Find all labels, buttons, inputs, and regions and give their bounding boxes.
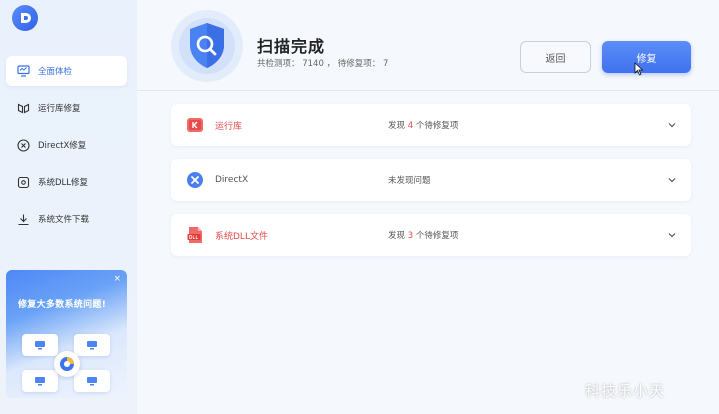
promo-pc-icon xyxy=(74,334,110,356)
watermark-text: 科技乐小天 xyxy=(585,382,666,400)
result-status: 未发现问题 xyxy=(388,176,431,186)
divider xyxy=(137,90,719,91)
sidebar-item-dll-repair[interactable]: 系统DLL修复 xyxy=(6,167,127,197)
result-row-runtime[interactable]: 运行库 发现 4 个待修复项 xyxy=(171,104,691,146)
monitor-icon xyxy=(16,64,30,78)
brand xyxy=(12,5,46,31)
sidebar-item-file-download[interactable]: 系统文件下载 xyxy=(6,204,127,234)
fix-button[interactable]: 修复 xyxy=(602,41,691,73)
runtime-icon xyxy=(185,115,205,135)
x-circle-icon xyxy=(16,138,30,152)
x-circle-icon xyxy=(185,170,205,190)
promo-title: 修复大多数系统问题! xyxy=(18,300,107,310)
sidebar-nav: 全面体检 运行库修复 DirectX修复 系统DLL修复 系统文件下载 xyxy=(6,56,127,241)
sidebar-item-label: 系统DLL修复 xyxy=(38,178,89,188)
sidebar-item-full-check[interactable]: 全面体检 xyxy=(6,56,127,86)
result-status: 发现 3 个待修复项 xyxy=(388,231,459,241)
chevron-down-icon[interactable] xyxy=(667,175,677,185)
result-row-dll[interactable]: 系统DLL文件 发现 3 个待修复项 xyxy=(171,214,691,256)
result-name: 系统DLL文件 xyxy=(215,231,268,242)
chevron-down-icon[interactable] xyxy=(667,120,677,130)
sidebar-item-directx-repair[interactable]: DirectX修复 xyxy=(6,130,127,160)
summary-total-label: 共检测项： xyxy=(257,59,300,69)
sidebar-item-label: DirectX修复 xyxy=(38,141,87,151)
summary-total-value: 7140 xyxy=(302,59,324,69)
main-panel: 扫描完成 共检测项： 7140 ， 待修复项： 7 返回 修复 运行库 发现 4… xyxy=(137,0,719,414)
result-status: 发现 4 个待修复项 xyxy=(388,121,459,131)
promo-pc-icon xyxy=(22,370,58,392)
sidebar-item-runtime-repair[interactable]: 运行库修复 xyxy=(6,93,127,123)
pie-logo-icon xyxy=(54,351,80,377)
download-icon xyxy=(16,212,30,226)
promo-pc-icon xyxy=(74,370,110,392)
sidebar: 全面体检 运行库修复 DirectX修复 系统DLL修复 系统文件下载 × 修复… xyxy=(0,0,137,414)
result-name: 运行库 xyxy=(215,121,243,132)
dll-icon xyxy=(16,175,30,189)
mouse-cursor-icon xyxy=(634,62,644,76)
cube-icon xyxy=(16,101,30,115)
back-button[interactable]: 返回 xyxy=(520,41,591,73)
dll-file-icon xyxy=(185,225,205,245)
sidebar-item-label: 系统文件下载 xyxy=(38,215,90,225)
shield-search-icon xyxy=(169,8,245,84)
app-logo xyxy=(12,5,38,31)
promo-banner[interactable]: × 修复大多数系统问题! xyxy=(6,270,127,398)
result-name: DirectX xyxy=(215,175,249,185)
result-row-directx[interactable]: DirectX 未发现问题 xyxy=(171,159,691,201)
summary-pending-value: 7 xyxy=(382,59,389,69)
scan-summary: 共检测项： 7140 ， 待修复项： 7 xyxy=(257,57,388,69)
chevron-down-icon[interactable] xyxy=(667,230,677,240)
summary-pending-label: ， 待修复项： xyxy=(326,59,381,69)
page-title: 扫描完成 xyxy=(257,37,326,56)
sidebar-item-label: 运行库修复 xyxy=(38,104,81,114)
sidebar-item-label: 全面体检 xyxy=(38,67,73,77)
close-icon[interactable]: × xyxy=(113,274,121,284)
promo-pc-icon xyxy=(22,334,58,356)
